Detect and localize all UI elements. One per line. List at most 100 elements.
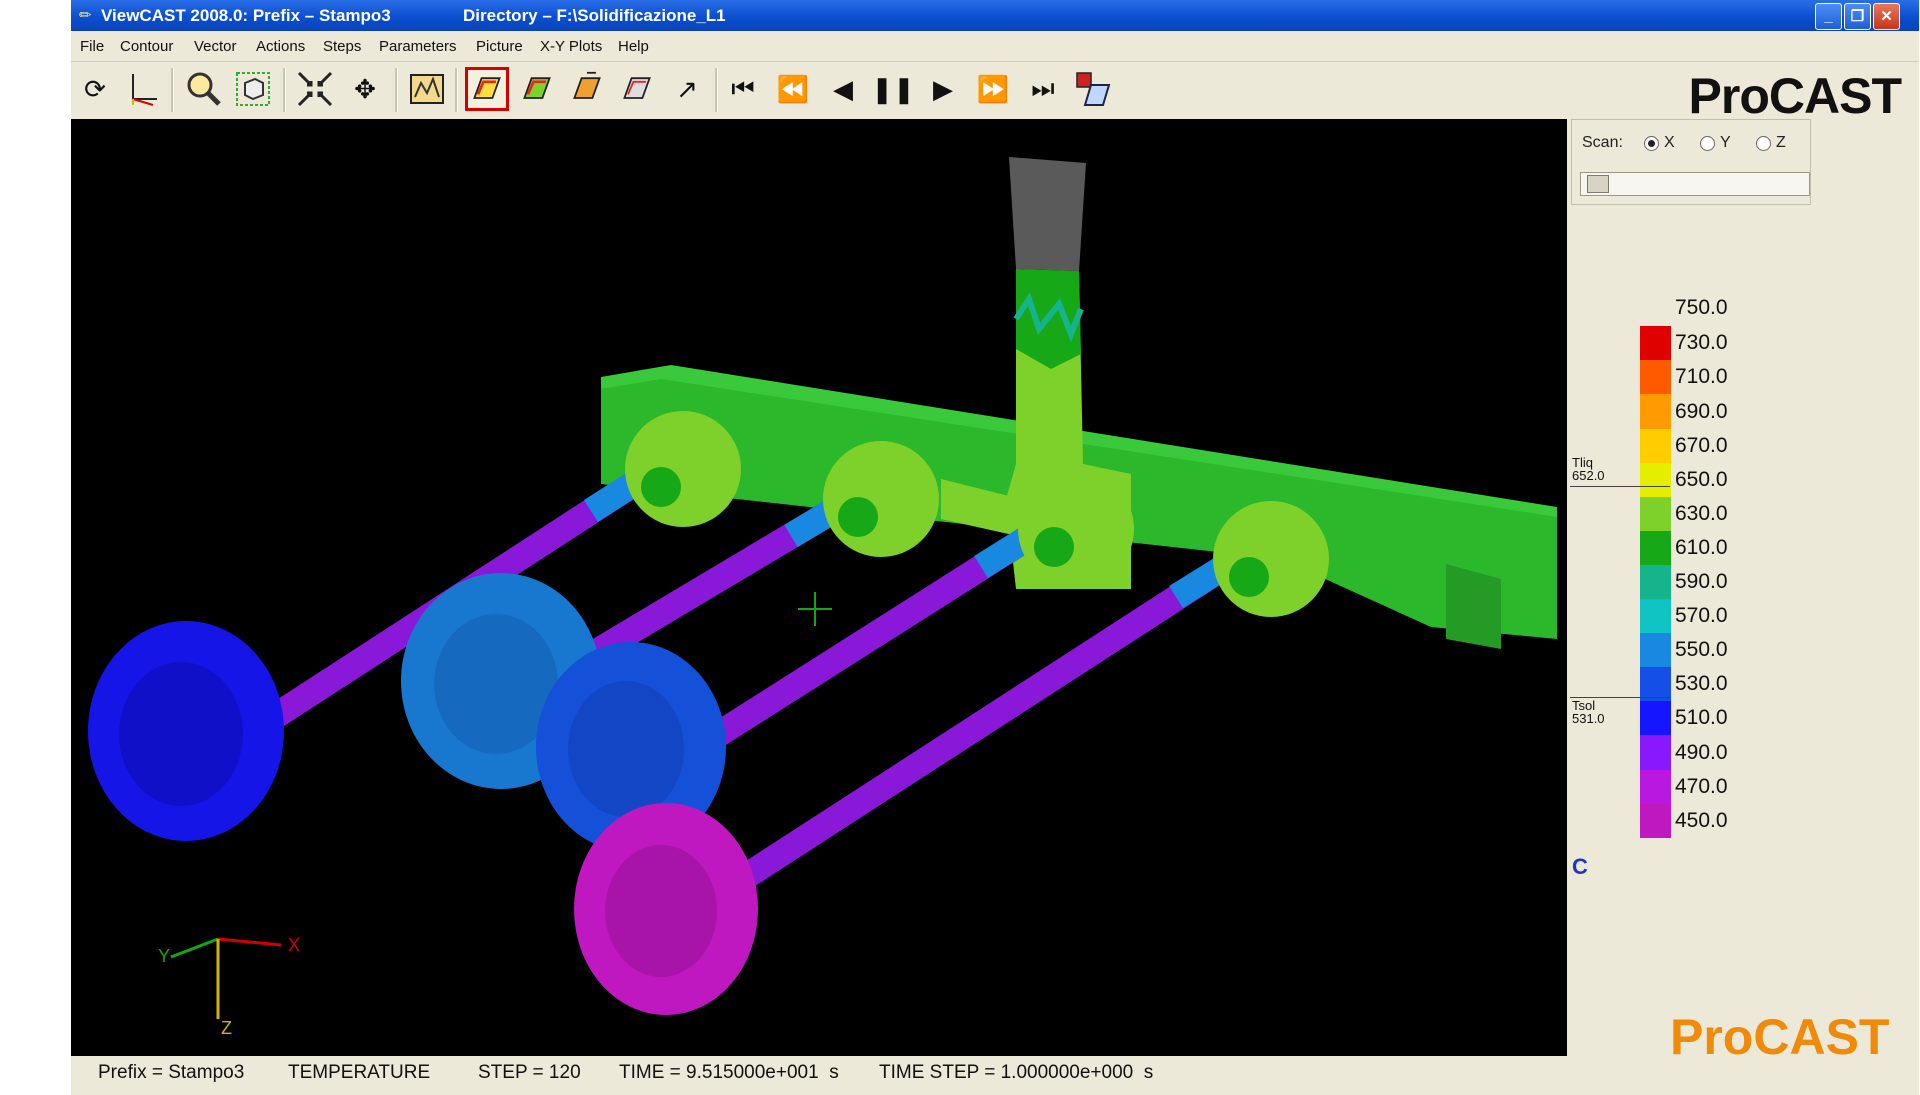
legend-value: 490.0 <box>1675 741 1728 764</box>
legend-swatch <box>1640 497 1671 531</box>
x-axis-label: X <box>288 935 300 955</box>
sphere-3 <box>1018 471 1134 587</box>
restore-button[interactable]: ❐ <box>1844 3 1871 30</box>
app-icon: ✏ <box>79 7 92 24</box>
toolbar-separator <box>395 68 398 112</box>
title-bar: ✏ ViewCAST 2008.0: Prefix – Stampo3 Dire… <box>71 0 1919 31</box>
first-step-icon[interactable]: ⏮ <box>721 67 765 111</box>
legend-swatch <box>1640 326 1671 360</box>
valve-head-4-center <box>605 845 717 977</box>
status-bar: Prefix = Stampo3 TEMPERATURE STEP = 120 … <box>71 1056 1567 1090</box>
procast-watermark: ProCAST <box>1670 1009 1890 1065</box>
crosshair <box>798 592 832 626</box>
sphere-4-neck <box>1229 557 1269 597</box>
legend-value: 450.0 <box>1675 809 1728 832</box>
toolbar-separator <box>715 68 718 112</box>
sphere-1-neck <box>641 467 681 507</box>
legend-value: 730.0 <box>1675 331 1728 354</box>
legend-swatch <box>1640 429 1671 463</box>
box-zoom-icon[interactable] <box>231 67 275 111</box>
3d-viewport[interactable]: X Y Z <box>71 119 1567 1056</box>
sphere-3-neck <box>1034 527 1074 567</box>
scan-y-radio[interactable] <box>1700 136 1715 151</box>
menu-parameters[interactable]: Parameters <box>379 38 457 55</box>
legend-value: 690.0 <box>1675 400 1728 423</box>
tsol-value: 531.0 <box>1572 711 1605 726</box>
legend-swatch <box>1640 701 1671 735</box>
legend-value: 610.0 <box>1675 536 1728 559</box>
toolbar-separator <box>171 68 174 112</box>
toolbar: ⟳ ✥ ↗ ⏮ ⏪ ◀ ❚❚ ▶ ⏩ ⏭ ProCAST <box>71 62 1919 124</box>
scan-slider[interactable] <box>1580 172 1810 196</box>
status-time-step: TIME STEP = 1.000000e+000 s <box>879 1062 1154 1083</box>
sphere-4 <box>1213 501 1329 617</box>
legend-value: 710.0 <box>1675 365 1728 388</box>
rewind-icon[interactable]: ⏪ <box>771 67 815 111</box>
scan-slider-thumb[interactable] <box>1587 175 1609 193</box>
zoom-icon[interactable] <box>181 67 225 111</box>
close-button[interactable]: ✕ <box>1873 3 1900 30</box>
contour-icon[interactable] <box>465 67 509 111</box>
legend-swatch <box>1640 531 1671 565</box>
fit-icon[interactable] <box>293 67 337 111</box>
toolbar-separator <box>283 68 286 112</box>
legend-value: 550.0 <box>1675 638 1728 661</box>
result-icon[interactable] <box>405 67 449 111</box>
viewcast-window: ✏ ViewCAST 2008.0: Prefix – Stampo3 Dire… <box>71 0 1919 1095</box>
scan-group: Scan: X Y Z <box>1571 119 1811 205</box>
pan-icon[interactable]: ✥ <box>343 67 387 111</box>
legend-swatch <box>1640 667 1671 701</box>
status-step: STEP = 120 <box>478 1062 581 1083</box>
isosurface-icon[interactable] <box>565 67 609 111</box>
cut-icon[interactable] <box>615 67 659 111</box>
legend-value: 590.0 <box>1675 570 1728 593</box>
legend-value: 630.0 <box>1675 502 1728 525</box>
scan-z-radio[interactable] <box>1756 136 1771 151</box>
menu-contour[interactable]: Contour <box>120 38 173 55</box>
tliq-marker <box>1570 486 1670 487</box>
legend-swatch <box>1640 565 1671 599</box>
vector-icon[interactable] <box>515 67 559 111</box>
menu-steps[interactable]: Steps <box>323 38 361 55</box>
scan-y-label: Y <box>1720 134 1731 151</box>
minimize-button[interactable]: _ <box>1815 3 1842 30</box>
probe-icon[interactable]: ↗ <box>665 67 709 111</box>
menu-help[interactable]: Help <box>618 38 649 55</box>
save-animation-icon[interactable] <box>1071 67 1115 111</box>
y-axis-line <box>170 937 219 959</box>
menu-bar: File Contour Vector Actions Steps Parame… <box>71 31 1919 62</box>
tsol-marker <box>1570 697 1670 698</box>
pause-icon[interactable]: ❚❚ <box>871 67 915 111</box>
menu-picture[interactable]: Picture <box>476 38 523 55</box>
fast-forward-icon[interactable]: ⏩ <box>971 67 1015 111</box>
legend-swatch <box>1640 599 1671 633</box>
window-directory: Directory – F:\Solidificazione_L1 <box>463 6 726 25</box>
scan-x-radio[interactable] <box>1644 136 1659 151</box>
window-title: ViewCAST 2008.0: Prefix – Stampo3 <box>101 6 391 25</box>
menu-actions[interactable]: Actions <box>256 38 305 55</box>
sphere-1 <box>625 411 741 527</box>
scan-label: Scan: <box>1582 134 1623 151</box>
step-back-icon[interactable]: ◀ <box>821 67 865 111</box>
menu-xy-plots[interactable]: X-Y Plots <box>540 38 602 55</box>
scan-x-label: X <box>1664 134 1675 151</box>
valve-head-1-center <box>119 662 243 806</box>
unit-label: C <box>1572 854 1588 879</box>
z-axis-label: Z <box>221 1018 232 1038</box>
legend-swatch <box>1640 770 1671 804</box>
toolbar-separator <box>455 68 458 112</box>
play-icon[interactable]: ▶ <box>921 67 965 111</box>
last-step-icon[interactable]: ⏭ <box>1021 67 1065 111</box>
rotate-icon[interactable]: ⟳ <box>73 67 117 111</box>
legend-value: 530.0 <box>1675 672 1728 695</box>
menu-vector[interactable]: Vector <box>194 38 237 55</box>
status-time: TIME = 9.515000e+001 s <box>619 1062 839 1083</box>
sphere-2 <box>823 441 939 557</box>
axes-icon[interactable] <box>121 67 165 111</box>
menu-file[interactable]: File <box>80 38 104 55</box>
legend-value: 650.0 <box>1675 468 1728 491</box>
legend-swatch <box>1640 804 1671 838</box>
status-prefix: Prefix = Stampo3 <box>98 1062 245 1083</box>
runner-end <box>1446 564 1501 649</box>
legend-value: 670.0 <box>1675 434 1728 457</box>
